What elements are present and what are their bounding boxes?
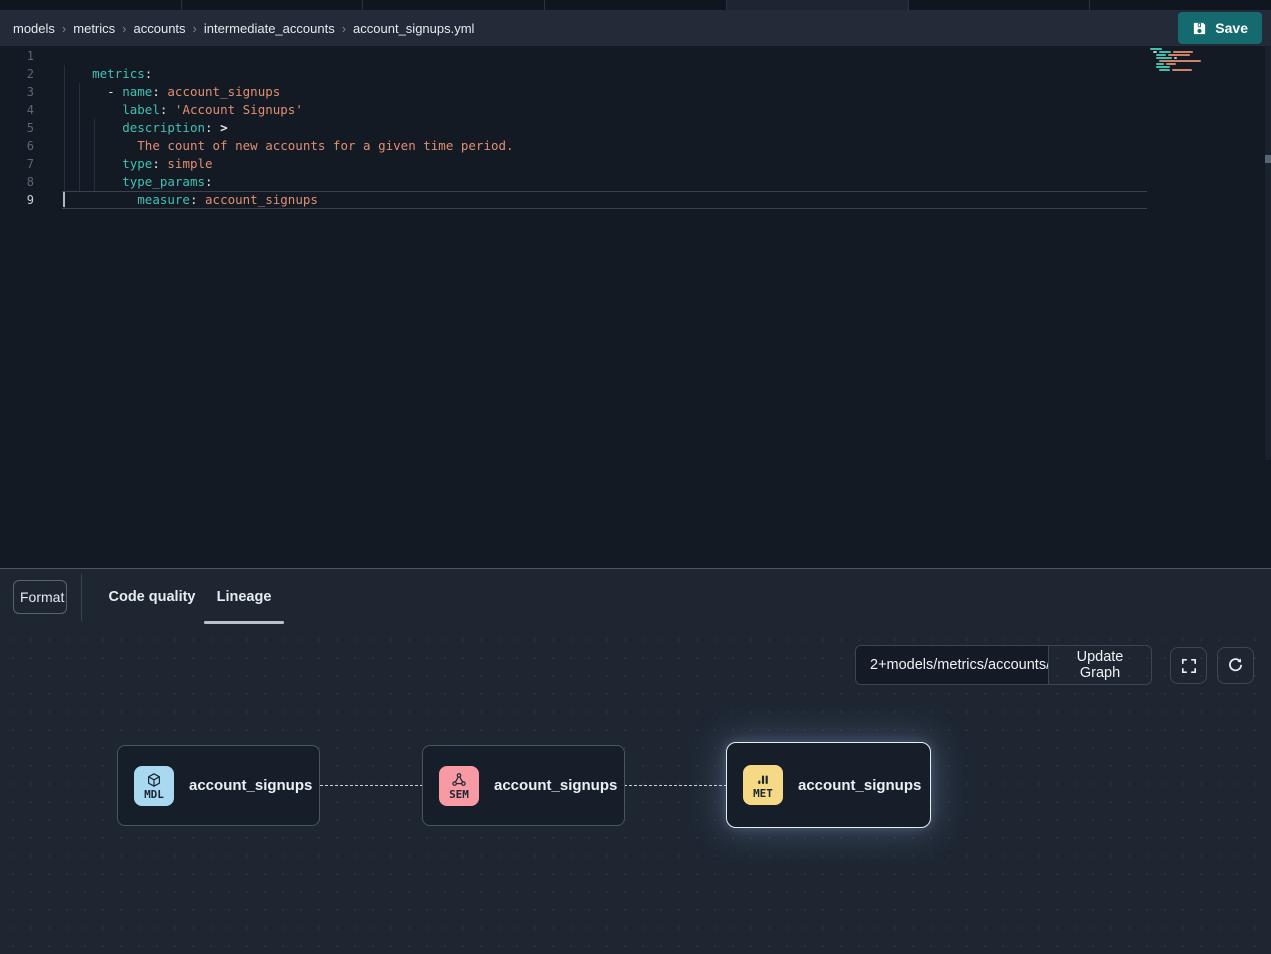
line-number: 5 xyxy=(0,119,34,137)
bottom-panel: Format Code quality Lineage Update Graph xyxy=(0,569,1271,954)
lineage-edge xyxy=(320,785,423,786)
chevron-right-icon: › xyxy=(62,21,66,36)
editor-tab[interactable] xyxy=(0,0,182,10)
metric-badge-label: MET xyxy=(753,788,773,799)
line-number: 7 xyxy=(0,155,34,173)
line-number: 4 xyxy=(0,101,34,119)
semantic-badge-label: SEM xyxy=(449,789,469,800)
fullscreen-button[interactable] xyxy=(1170,647,1207,684)
model-badge: MDL xyxy=(134,766,174,806)
breadcrumb-item[interactable]: metrics xyxy=(73,21,115,36)
save-button-label: Save xyxy=(1215,20,1248,36)
semantic-badge: SEM xyxy=(439,766,479,806)
metric-badge: MET xyxy=(743,765,783,805)
refresh-icon xyxy=(1227,657,1244,674)
chevron-right-icon: › xyxy=(122,21,126,36)
breadcrumb-item[interactable]: intermediate_accounts xyxy=(204,21,335,36)
code-line[interactable]: The count of new accounts for a given ti… xyxy=(62,119,514,137)
breadcrumb-item[interactable]: models xyxy=(13,21,55,36)
line-number: 3 xyxy=(0,83,34,101)
format-button[interactable]: Format xyxy=(13,580,67,614)
lineage-selector-input[interactable] xyxy=(856,646,1048,684)
bar-chart-icon xyxy=(755,771,771,787)
node-label: account_signups xyxy=(798,777,921,794)
editor-tab[interactable] xyxy=(182,0,364,10)
lineage-edge xyxy=(624,785,727,786)
editor-tab-active[interactable] xyxy=(727,0,909,10)
node-label: account_signups xyxy=(494,777,617,794)
line-number: 6 xyxy=(0,137,34,155)
cube-icon xyxy=(146,772,162,788)
line-number: 8 xyxy=(0,173,34,191)
editor-tab[interactable] xyxy=(909,0,1091,10)
breadcrumb-item[interactable]: accounts xyxy=(134,21,186,36)
editor-tab[interactable] xyxy=(363,0,545,10)
active-tab-underline xyxy=(204,621,284,624)
breadcrumb-bar: models › metrics › accounts › intermedia… xyxy=(0,10,1271,46)
line-number: 1 xyxy=(0,47,34,65)
line-number: 2 xyxy=(0,65,34,83)
yaml-value: account_signups xyxy=(205,192,318,207)
editor-scrollbar-thumb[interactable] xyxy=(1265,155,1271,163)
line-number-current: 9 xyxy=(0,191,34,209)
breadcrumb-item-filename[interactable]: account_signups.yml xyxy=(353,21,474,36)
code-line[interactable]: measure: account_signups xyxy=(62,173,318,191)
code-line[interactable]: type: simple xyxy=(62,137,213,155)
tab-code-quality[interactable]: Code quality xyxy=(96,569,208,624)
lineage-node-model[interactable]: MDL account_signups xyxy=(117,745,320,826)
save-button[interactable]: Save xyxy=(1178,12,1262,44)
code-editor[interactable]: 1 2 3 4 5 6 7 8 9 metrics: - name: accou… xyxy=(0,46,1271,568)
lineage-node-semantic-model[interactable]: SEM account_signups xyxy=(422,745,625,826)
model-badge-label: MDL xyxy=(144,789,164,800)
breadcrumb: models › metrics › accounts › intermedia… xyxy=(13,21,474,36)
chevron-right-icon: › xyxy=(193,21,197,36)
code-line[interactable]: type_params: xyxy=(62,155,213,173)
vertical-divider xyxy=(81,574,82,621)
lineage-selector-group: Update Graph xyxy=(855,645,1152,685)
yaml-key: measure xyxy=(137,192,190,207)
editor-tab[interactable] xyxy=(1090,0,1271,10)
code-line[interactable]: metrics: xyxy=(62,47,152,65)
tab-lineage[interactable]: Lineage xyxy=(204,569,284,624)
network-icon xyxy=(451,772,467,788)
lineage-node-metric-selected[interactable]: MET account_signups xyxy=(726,742,931,828)
code-line[interactable]: - name: account_signups xyxy=(62,65,280,83)
fullscreen-icon xyxy=(1181,658,1197,674)
editor-tab[interactable] xyxy=(545,0,727,10)
lineage-canvas[interactable]: Update Graph xyxy=(0,625,1271,954)
code-line[interactable]: description: > xyxy=(62,101,228,119)
minimap[interactable] xyxy=(1150,48,1212,72)
editor-scrollbar[interactable] xyxy=(1265,46,1271,460)
update-graph-button[interactable]: Update Graph xyxy=(1048,646,1151,684)
chevron-right-icon: › xyxy=(342,21,346,36)
editor-tab-strip xyxy=(0,0,1271,10)
code-line[interactable]: label: 'Account Signups' xyxy=(62,83,303,101)
refresh-button[interactable] xyxy=(1217,647,1254,684)
floppy-disk-icon xyxy=(1192,21,1207,36)
node-label: account_signups xyxy=(189,777,312,794)
